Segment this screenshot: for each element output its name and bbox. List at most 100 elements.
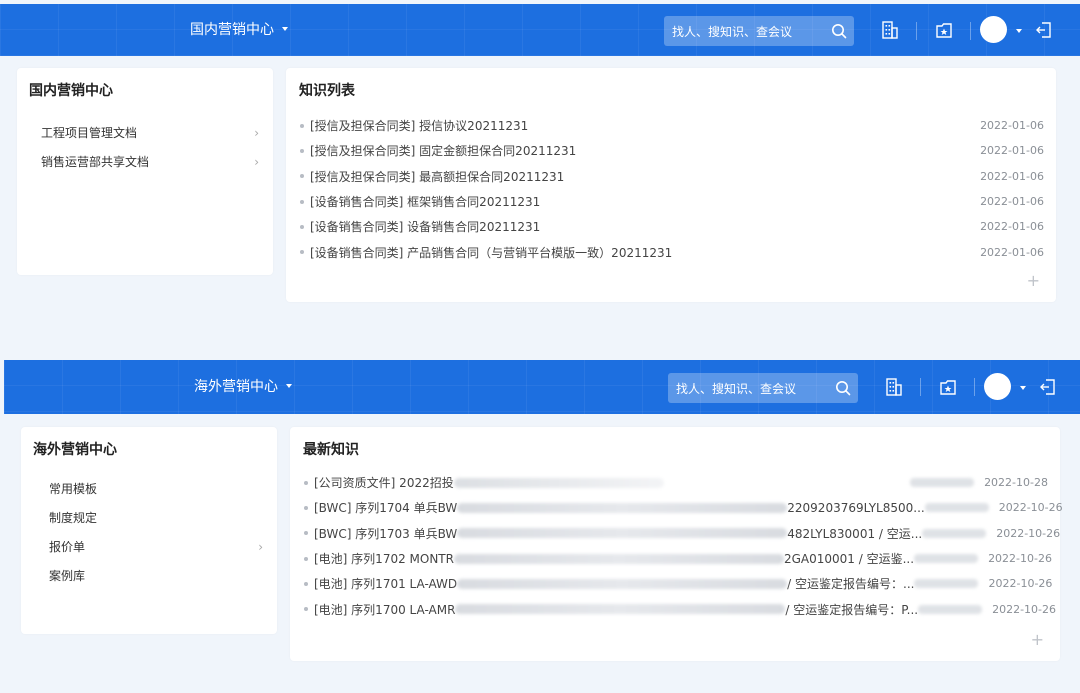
redacted-text [918, 604, 983, 614]
building-icon[interactable] [878, 18, 902, 42]
knowledge-item-date: 2022-10-26 [988, 552, 1052, 566]
knowledge-item-title: [电池] 序列1702 MONTR [314, 552, 454, 567]
search-placeholder: 找人、搜知识、查会议 [676, 381, 797, 396]
knowledge-item[interactable]: [BWC] 序列1704 单兵BW 2209203769LYL8500... 2… [304, 495, 1063, 520]
knowledge-item-date: 2022-01-06 [980, 169, 1044, 183]
search-icon[interactable] [824, 16, 854, 46]
knowledge-item[interactable]: [电池] 序列1701 LA-AWD / 空运鉴定报告编号：... 2022-1… [304, 571, 1052, 596]
sidebar-item[interactable]: 案例库 [49, 561, 263, 590]
bullet-icon [300, 148, 304, 153]
sidebar-item[interactable]: 制度规定 [49, 503, 263, 532]
redacted-text [914, 579, 979, 589]
redacted-text [924, 503, 989, 513]
redacted-text [914, 554, 979, 564]
toolbar-divider [974, 378, 975, 396]
center-switcher[interactable]: 国内营销中心 [190, 19, 288, 39]
redacted-text [453, 477, 664, 488]
plus-icon[interactable]: + [1027, 271, 1040, 290]
knowledge-item-tail: / 空运鉴定报告编号：... [787, 577, 915, 592]
knowledge-item[interactable]: [BWC] 序列1703 单兵BW 482LYL830001 / 空运... 2… [304, 521, 1060, 546]
chevron-right-icon: › [254, 125, 259, 140]
star-folder-icon[interactable] [932, 18, 956, 42]
domestic-marketing-panel: 国内营销中心 找人、搜知识、查会议 国内营销中心 工程项目管理文档 › 销售运营… [0, 0, 1080, 345]
center-switcher-label: 海外营销中心 [194, 379, 278, 395]
sidebar-item-label: 报价单 [49, 540, 86, 554]
sidebar-card: 国内营销中心 工程项目管理文档 › 销售运营部共享文档 › [17, 68, 273, 275]
knowledge-item-date: 2022-01-06 [980, 220, 1044, 234]
sidebar-item-label: 案例库 [49, 569, 86, 583]
knowledge-item-title: [BWC] 序列1703 单兵BW [314, 526, 458, 541]
redacted-text [457, 528, 788, 539]
bullet-icon [304, 607, 308, 612]
knowledge-item[interactable]: [授信及担保合同类] 最高额担保合同20211231 2022-01-06 [300, 164, 1044, 189]
knowledge-item-date: 2022-10-26 [992, 602, 1057, 616]
caret-down-icon[interactable] [1020, 386, 1026, 390]
toolbar-divider [970, 22, 971, 40]
caret-down-icon[interactable] [1016, 29, 1022, 33]
redacted-text [457, 502, 788, 513]
plus-icon[interactable]: + [1031, 630, 1044, 649]
sidebar-item-label: 常用模板 [49, 482, 98, 496]
knowledge-item[interactable]: [授信及担保合同类] 授信协议20211231 2022-01-06 [300, 113, 1044, 138]
center-switcher[interactable]: 海外营销中心 [194, 376, 292, 396]
knowledge-item-title: [设备销售合同类] 产品销售合同（与营销平台模版一致）20211231 [310, 245, 673, 260]
toolbar-divider [920, 378, 921, 396]
knowledge-item-tail: 482LYL830001 / 空运... [787, 526, 923, 541]
chevron-right-icon: › [258, 539, 263, 554]
search-placeholder: 找人、搜知识、查会议 [672, 24, 793, 39]
knowledge-item-title: [BWC] 序列1704 单兵BW [314, 501, 458, 516]
avatar[interactable] [980, 16, 1007, 43]
sidebar-item[interactable]: 销售运营部共享文档 › [41, 147, 259, 176]
redacted-text [457, 578, 788, 589]
bullet-icon [304, 505, 308, 510]
redacted-text [453, 553, 784, 564]
caret-down-icon [286, 384, 292, 388]
logout-icon[interactable] [1032, 18, 1056, 42]
bullet-icon [300, 174, 304, 179]
center-switcher-label: 国内营销中心 [190, 22, 274, 38]
top-navbar: 海外营销中心 找人、搜知识、查会议 [4, 360, 1080, 414]
knowledge-item-title: [电池] 序列1700 LA-AMR [314, 602, 456, 617]
sidebar-card: 海外营销中心 常用模板 制度规定 报价单 › 案例库 [21, 427, 277, 634]
bullet-icon [304, 480, 308, 485]
search-box[interactable]: 找人、搜知识、查会议 [668, 373, 858, 403]
knowledge-item-date: 2022-01-06 [980, 144, 1044, 158]
overseas-marketing-panel: 海外营销中心 找人、搜知识、查会议 海外营销中心 常用模板 制度规定 报价单 › [4, 360, 1080, 693]
bullet-icon [300, 199, 304, 204]
knowledge-item[interactable]: [公司资质文件] 2022招投 2022-10-28 [304, 470, 1048, 495]
latest-knowledge-card: 最新知识 [公司资质文件] 2022招投 2022-10-28 [BWC] 序列… [290, 427, 1063, 661]
sidebar-item[interactable]: 常用模板 [49, 474, 263, 503]
knowledge-item-date: 2022-10-26 [998, 501, 1063, 515]
knowledge-item-title: [授信及担保合同类] 最高额担保合同20211231 [310, 169, 565, 184]
search-icon[interactable] [828, 373, 858, 403]
bullet-icon [300, 123, 304, 128]
knowledge-item[interactable]: [授信及担保合同类] 固定金额担保合同20211231 2022-01-06 [300, 138, 1044, 163]
knowledge-item-date: 2022-01-06 [980, 119, 1044, 133]
knowledge-item-date: 2022-10-26 [988, 577, 1053, 591]
avatar[interactable] [984, 373, 1011, 400]
toolbar-divider [916, 22, 917, 40]
knowledge-item[interactable]: [设备销售合同类] 产品销售合同（与营销平台模版一致）20211231 2022-… [300, 239, 1044, 264]
knowledge-item[interactable]: [电池] 序列1700 LA-AMR / 空运鉴定报告编号：P... 2022-… [304, 596, 1056, 621]
knowledge-item[interactable]: [电池] 序列1702 MONTR 2GA010001 / 空运鉴... 202… [304, 546, 1052, 571]
bullet-icon [300, 224, 304, 229]
knowledge-item-date: 2022-01-06 [980, 245, 1044, 259]
knowledge-item[interactable]: [设备销售合同类] 框架销售合同20211231 2022-01-06 [300, 189, 1044, 214]
knowledge-list-card: 知识列表 [授信及担保合同类] 授信协议20211231 2022-01-06 [… [286, 68, 1056, 302]
redacted-text [922, 528, 987, 538]
knowledge-list: [公司资质文件] 2022招投 2022-10-28 [BWC] 序列1704 … [304, 470, 1063, 622]
building-icon[interactable] [882, 375, 906, 399]
sidebar-item-label: 销售运营部共享文档 [41, 155, 150, 169]
bullet-icon [304, 556, 308, 561]
sidebar-item[interactable]: 报价单 › [49, 532, 263, 561]
search-box[interactable]: 找人、搜知识、查会议 [664, 16, 854, 46]
logout-icon[interactable] [1036, 375, 1060, 399]
sidebar-menu: 常用模板 制度规定 报价单 › 案例库 [49, 474, 263, 590]
knowledge-item[interactable]: [设备销售合同类] 设备销售合同20211231 2022-01-06 [300, 214, 1044, 239]
knowledge-item-tail: 2209203769LYL8500... [787, 500, 925, 515]
star-folder-icon[interactable] [936, 375, 960, 399]
sidebar-title: 海外营销中心 [33, 442, 117, 458]
knowledge-item-title: [公司资质文件] 2022招投 [314, 476, 454, 491]
sidebar-item[interactable]: 工程项目管理文档 › [41, 118, 259, 147]
redacted-text [910, 478, 975, 488]
